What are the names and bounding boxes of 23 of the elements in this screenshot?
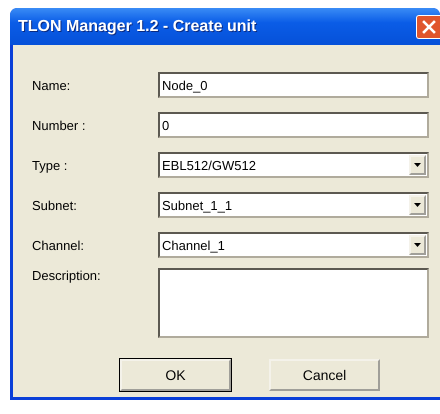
dropdown-button[interactable] (409, 155, 426, 175)
dropdown-button[interactable] (409, 235, 426, 255)
dialog-button[interactable]: Cancel (269, 359, 380, 391)
dropdown-field[interactable]: Channel_1 (158, 232, 429, 258)
description-field[interactable] (158, 268, 429, 338)
caret-icon (414, 243, 421, 247)
caret-icon (414, 203, 421, 207)
dropdown-field[interactable]: EBL512/GW512 (158, 152, 429, 178)
caret-icon (414, 163, 421, 167)
close-icon (420, 18, 436, 34)
field-label: Number : (32, 118, 86, 132)
field-label: Name: (32, 78, 72, 92)
close-button[interactable] (416, 14, 440, 38)
window-title: TLON Manager 1.2 - Create unit (18, 18, 256, 36)
field-label: Subnet: (32, 198, 78, 212)
field-label: Description: (32, 268, 102, 283)
dropdown-button[interactable] (409, 195, 426, 215)
input-field[interactable]: Node_0 (158, 72, 429, 98)
field-label: Type : (32, 158, 68, 172)
field-label: Channel: (32, 238, 86, 252)
dialog-button[interactable]: OK (120, 359, 231, 391)
dropdown-field[interactable]: Subnet_1_1 (158, 192, 429, 218)
input-field[interactable]: 0 (158, 112, 429, 138)
